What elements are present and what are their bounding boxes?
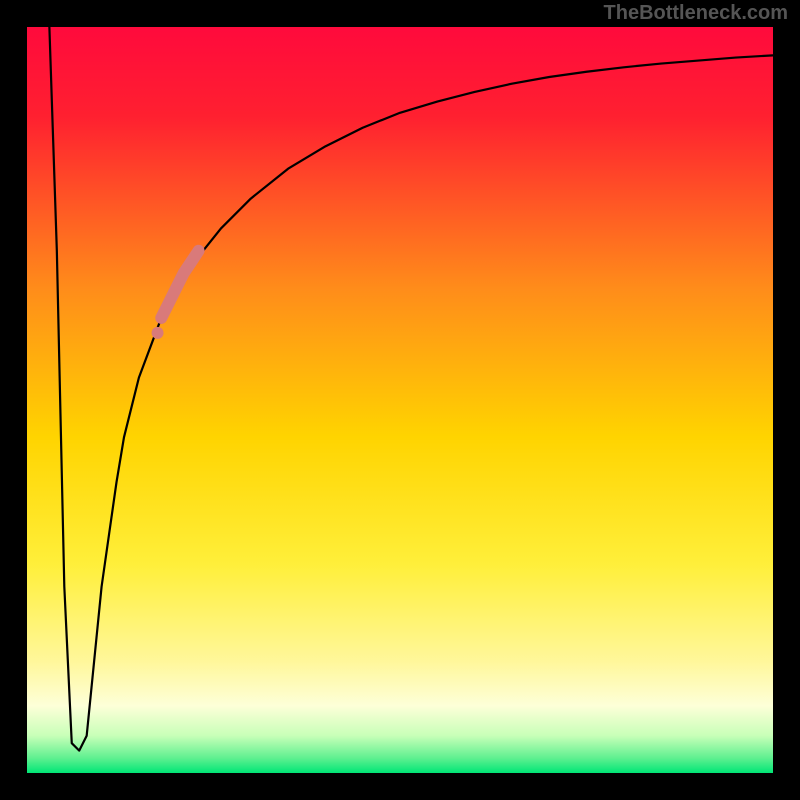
data-point-highlight-dot — [152, 327, 164, 339]
watermark-text: TheBottleneck.com — [604, 2, 788, 25]
chart-container: TheBottleneck.com — [0, 0, 800, 800]
background-gradient — [27, 27, 773, 773]
plot-area — [27, 27, 773, 773]
chart-svg — [27, 27, 773, 773]
